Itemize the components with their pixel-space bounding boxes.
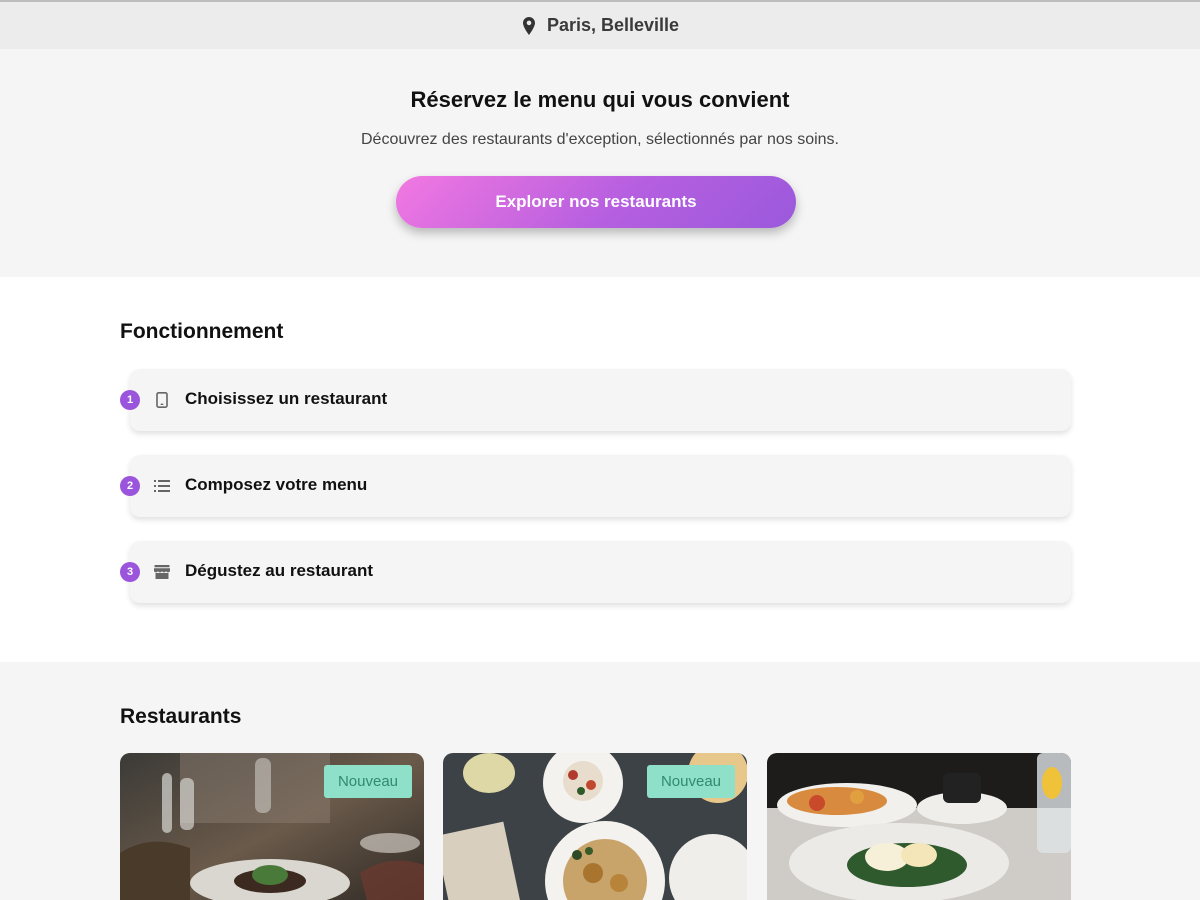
step-number: 1 — [120, 390, 140, 410]
how-it-works-section: Fonctionnement 1 Choisissez un restauran… — [0, 277, 1200, 662]
smartphone-icon — [154, 391, 170, 409]
hero-title: Réservez le menu qui vous convient — [410, 87, 790, 112]
map-pin-icon — [521, 16, 537, 35]
step-label: Dégustez au restaurant — [185, 561, 373, 580]
storefront-icon — [154, 563, 170, 581]
hero-subtitle: Découvrez des restaurants d'exception, s… — [361, 131, 839, 148]
restaurant-card[interactable]: Nouveau — [120, 753, 424, 900]
list-icon — [154, 477, 170, 495]
restaurant-card[interactable]: Nouveau — [443, 753, 747, 900]
new-badge: Nouveau — [323, 765, 412, 798]
location-bar[interactable]: Paris, Belleville — [0, 0, 1200, 49]
step-number: 2 — [120, 476, 140, 496]
restaurant-card[interactable] — [767, 753, 1071, 900]
restaurants-title: Restaurants — [120, 705, 242, 728]
location-label: Paris, Belleville — [546, 15, 680, 35]
hero-section: Réservez le menu qui vous convient Décou… — [0, 49, 1200, 277]
step-compose-menu[interactable]: 2 Composez votre menu — [120, 455, 1071, 517]
restaurants-section: Restaurants Nouveau Nouveau — [0, 662, 1200, 900]
new-badge: Nouveau — [646, 765, 735, 798]
how-it-works-title: Fonctionnement — [120, 320, 284, 343]
brunch-plates-photo — [767, 753, 1071, 900]
step-dine-at-restaurant[interactable]: 3 Dégustez au restaurant — [120, 541, 1071, 603]
explore-restaurants-button[interactable]: Explorer nos restaurants — [396, 176, 796, 228]
step-label: Composez votre menu — [185, 475, 368, 494]
step-number: 3 — [120, 562, 140, 582]
step-choose-restaurant[interactable]: 1 Choisissez un restaurant — [120, 369, 1071, 431]
step-label: Choisissez un restaurant — [185, 389, 388, 408]
